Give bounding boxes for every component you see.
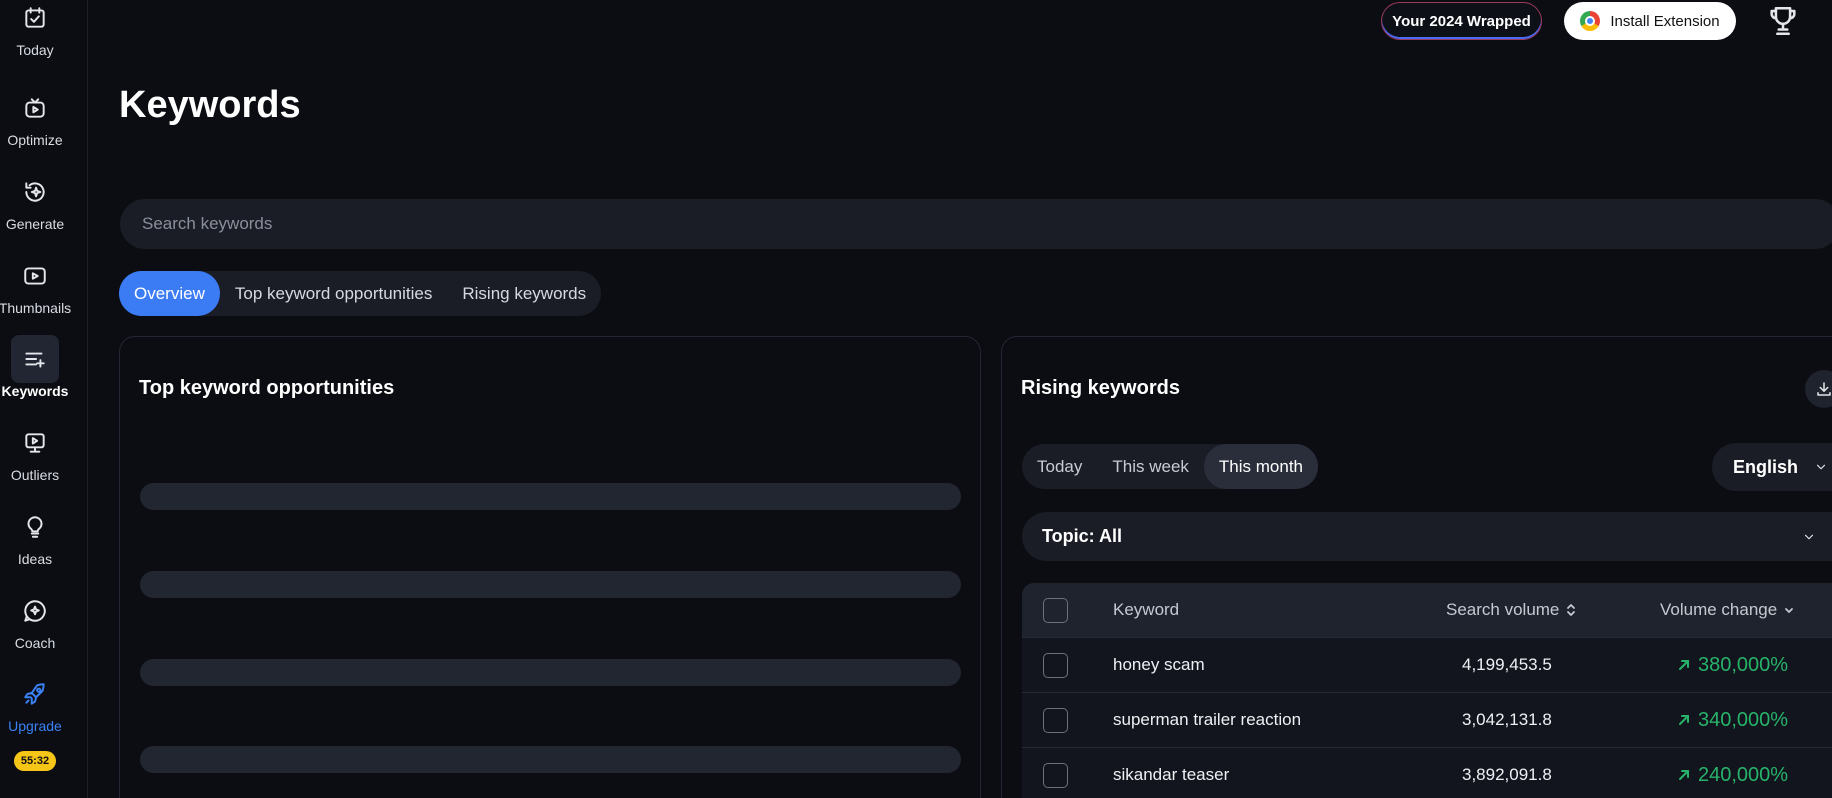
sidebar-item-label: Generate [5,216,65,232]
rising-keywords-table: Keyword Search volume Volume change hone… [1022,583,1832,798]
monitor-play-icon [11,419,59,467]
calendar-check-icon [11,0,59,42]
search-volume-cell: 3,042,131.8 [1462,710,1552,729]
sidebar-item-label: Upgrade [8,718,62,734]
lightbulb-icon [11,503,59,551]
column-search-volume[interactable]: Search volume [1446,600,1577,620]
install-extension-label: Install Extension [1610,12,1720,30]
tab-top-keyword-opportunities[interactable]: Top keyword opportunities [220,271,448,316]
keyword-cell: superman trailer reaction [1113,710,1302,729]
row-checkbox[interactable] [1043,762,1068,788]
video-optimize-icon [11,84,59,132]
download-button[interactable] [1805,370,1832,408]
chrome-icon [1580,11,1601,31]
sidebar-item-label: Thumbnails [0,300,72,316]
arrow-up-right-icon [1679,770,1689,780]
language-select[interactable]: English [1712,443,1832,491]
sidebar-item-today[interactable]: Today [0,0,70,74]
sidebar-item-upgrade[interactable]: Upgrade [0,670,70,750]
top-opportunities-card: Top keyword opportunities [119,336,981,798]
rocket-icon [11,670,59,718]
language-value: English [1733,456,1799,477]
sidebar-item-label: Today [16,42,54,58]
page-title: Keywords [119,84,301,126]
rising-keywords-card: Rising keywords Today This week This mon… [1001,336,1832,798]
download-icon [1817,382,1831,396]
sidebar-item-keywords[interactable]: Keywords [2,335,68,415]
arrow-up-right-icon [1679,715,1689,725]
thumbnail-play-icon [11,252,59,300]
sidebar-item-generate[interactable]: Generate [0,168,70,248]
sidebar-item-label: Ideas [17,551,53,567]
row-checkbox[interactable] [1043,652,1068,678]
sidebar-item-optimize[interactable]: Optimize [0,84,70,164]
search-input[interactable] [120,199,1832,249]
keyword-cell: honey scam [1113,655,1205,674]
sidebar: Today Optimize Generate Thumbnails Keywo… [0,0,88,798]
search-volume-cell: 4,199,453.5 [1462,655,1552,674]
chevron-down-icon [1816,464,1826,470]
tab-rising-keywords[interactable]: Rising keywords [447,271,601,316]
view-tabs: Overview Top keyword opportunities Risin… [119,271,602,316]
loading-skeleton [140,659,961,686]
sparkle-refresh-icon [11,168,59,216]
period-today[interactable]: Today [1022,444,1097,489]
tab-overview[interactable]: Overview [119,271,220,316]
volume-change-cell: 340,000% [1678,709,1788,732]
volume-change-cell: 380,000% [1678,654,1788,677]
loading-skeleton [140,571,961,598]
table-row[interactable]: honey scam 4,199,453.5 380,000% [1022,637,1832,692]
sidebar-item-outliers[interactable]: Outliers [0,419,70,499]
arrow-up-right-icon [1679,660,1689,670]
sort-icon [1567,604,1576,616]
topic-select[interactable]: Topic: All [1022,512,1832,561]
table-row[interactable]: superman trailer reaction 3,042,131.8 34… [1022,692,1832,747]
wrapped-button[interactable]: Your 2024 Wrapped [1381,2,1542,40]
search-volume-cell: 3,892,091.8 [1462,765,1552,784]
app: Today Optimize Generate Thumbnails Keywo… [0,0,1832,798]
sidebar-item-coach[interactable]: Coach [0,587,70,667]
column-keyword[interactable]: Keyword [1113,600,1179,620]
sidebar-item-thumbnails[interactable]: Thumbnails [0,252,72,332]
table-header: Keyword Search volume Volume change [1022,583,1832,637]
row-checkbox[interactable] [1043,707,1068,733]
trophy-icon[interactable] [1766,4,1800,38]
card-title: Rising keywords [1021,377,1180,399]
period-this-week[interactable]: This week [1097,444,1204,489]
sidebar-item-label: Keywords [1,383,69,399]
table-row[interactable]: sikandar teaser 3,892,091.8 240,000% [1022,747,1832,798]
sidebar-item-label: Optimize [7,132,63,148]
chat-sparkle-icon [11,587,59,635]
loading-skeleton [140,746,961,773]
install-extension-button[interactable]: Install Extension [1564,2,1736,40]
period-this-month[interactable]: This month [1203,444,1318,489]
sidebar-item-ideas[interactable]: Ideas [0,503,70,583]
select-all-checkbox[interactable] [1043,597,1068,623]
loading-skeleton [140,483,961,510]
upgrade-timer-badge: 55:32 [14,751,56,771]
sort-desc-icon [1785,608,1794,613]
column-volume-change[interactable]: Volume change [1660,600,1795,620]
sidebar-item-label: Outliers [10,467,60,483]
period-tabs: Today This week This month [1022,444,1318,489]
chevron-down-icon [1804,534,1814,539]
list-plus-icon [11,335,59,383]
keyword-cell: sikandar teaser [1113,765,1230,784]
card-title: Top keyword opportunities [139,377,395,399]
topic-value: Topic: All [1042,526,1122,546]
sidebar-item-label: Coach [14,635,56,651]
volume-change-cell: 240,000% [1678,764,1788,787]
